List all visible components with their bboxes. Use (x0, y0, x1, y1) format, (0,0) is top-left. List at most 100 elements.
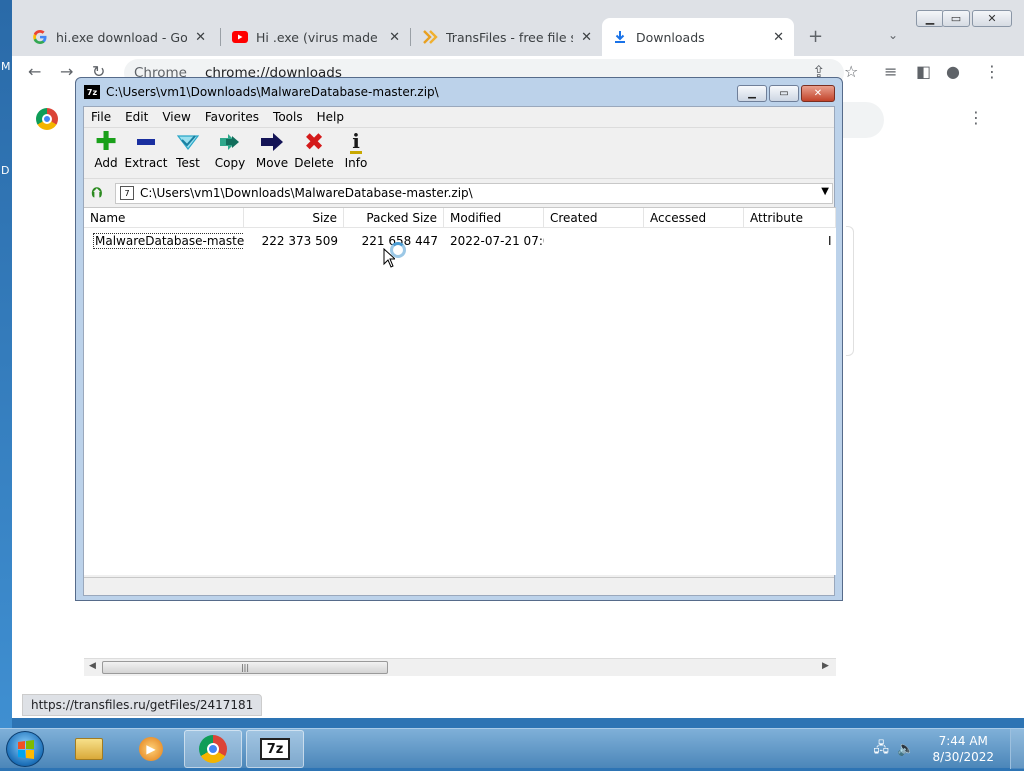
minimize-button[interactable]: ▁ (916, 10, 944, 27)
windows-logo-icon (18, 740, 34, 759)
downloads-menu-icon[interactable]: ⋮ (968, 108, 984, 127)
tab-downloads[interactable]: Downloads ✕ (602, 18, 794, 56)
tab-title: TransFiles - free file shar (446, 29, 573, 45)
sevenzip-icon: 7z (260, 738, 290, 760)
archive-icon: 7 (120, 186, 134, 200)
tab-divider (410, 28, 411, 46)
youtube-icon (232, 29, 248, 45)
close-icon[interactable]: ✕ (389, 30, 400, 45)
file-list: Name Size Packed Size Modified Created A… (84, 207, 836, 676)
plus-icon: ✚ (95, 127, 117, 157)
chevron-down-icon[interactable]: ▼ (821, 186, 829, 197)
forward-arrow-icon[interactable]: → (60, 62, 73, 81)
tab-title: Hi .exe (virus made by m (256, 29, 381, 45)
check-icon (176, 130, 200, 154)
volume-icon[interactable]: 🔈 (897, 741, 914, 757)
info-button[interactable]: i Info (334, 130, 378, 176)
column-header-modified[interactable]: Modified (444, 208, 544, 228)
zip-maximize-button[interactable]: ▭ (769, 85, 799, 102)
tab-divider (220, 28, 221, 46)
zip-minimize-button[interactable]: ▁ (737, 85, 767, 102)
modified-cell: 2022-07-21 07:03 (450, 234, 544, 248)
accessed-cell (650, 232, 744, 250)
copy-button[interactable]: Copy (208, 130, 252, 176)
media-player-icon: ▶ (139, 737, 163, 761)
google-g-icon (32, 29, 48, 45)
column-header-name[interactable]: Name (84, 208, 244, 228)
sevenzip-titlebar[interactable]: 7z C:\Users\vm1\Downloads\MalwareDatabas… (76, 78, 842, 106)
downloads-search-field[interactable] (838, 102, 884, 138)
test-button[interactable]: Test (166, 130, 210, 176)
maximize-button[interactable]: ▭ (942, 10, 970, 27)
tab-transfiles[interactable]: TransFiles - free file shar ✕ (412, 18, 602, 56)
zip-close-button[interactable]: ✕ (801, 85, 835, 102)
tab-title: hi.exe download - Goog (56, 29, 188, 45)
close-icon[interactable]: ✕ (195, 30, 206, 45)
bookmark-star-icon[interactable]: ☆ (844, 62, 858, 81)
size-cell: 222 373 509 (261, 234, 338, 248)
sevenzip-logo-icon: 7z (84, 85, 100, 99)
delete-button[interactable]: ✖ Delete (292, 130, 336, 176)
clock-date: 8/30/2022 (932, 750, 994, 764)
show-desktop-button[interactable] (1010, 729, 1024, 769)
column-header-created[interactable]: Created (544, 208, 644, 228)
column-header-accessed[interactable]: Accessed (644, 208, 744, 228)
tool-label: Copy (214, 156, 246, 170)
menu-help[interactable]: Help (310, 110, 351, 124)
double-arrow-icon (218, 130, 242, 154)
tab-youtube[interactable]: Hi .exe (virus made by m ✕ (222, 18, 410, 56)
tool-label: Move (255, 156, 289, 170)
start-button[interactable] (6, 731, 44, 767)
tool-label: Delete (294, 156, 334, 170)
sevenzip-client: File Edit View Favorites Tools Help ✚ Ad… (83, 106, 836, 676)
scrollbar-thumb[interactable]: ||| (102, 661, 388, 674)
clock[interactable]: 7:44 AM 8/30/2022 (932, 733, 994, 765)
add-button[interactable]: ✚ Add (84, 127, 128, 176)
folder-up-icon[interactable]: ⮉ (87, 183, 107, 203)
move-button[interactable]: Move (250, 130, 294, 176)
close-icon[interactable]: ✕ (773, 30, 784, 45)
arrow-right-icon (260, 130, 284, 154)
menu-bar: File Edit View Favorites Tools Help (84, 107, 834, 127)
scroll-left-icon[interactable]: ◀ (89, 661, 96, 671)
new-tab-button[interactable]: + (808, 26, 823, 47)
column-header-attributes[interactable]: Attribute (744, 208, 836, 228)
file-name-cell[interactable]: MalwareDatabase-master (90, 232, 244, 250)
taskbar-explorer[interactable] (60, 730, 118, 768)
tab-search-chevron-icon[interactable]: ⌄ (888, 28, 898, 42)
window-title: C:\Users\vm1\Downloads\MalwareDatabase-m… (106, 85, 439, 99)
chrome-icon (199, 735, 227, 763)
address-field[interactable]: 7 C:\Users\vm1\Downloads\MalwareDatabase… (115, 182, 833, 204)
back-arrow-icon[interactable]: ← (28, 62, 41, 81)
scroll-right-icon[interactable]: ▶ (822, 661, 829, 671)
created-cell (550, 232, 644, 250)
download-item-card (846, 226, 854, 356)
taskbar-media-player[interactable]: ▶ (122, 730, 180, 768)
menu-edit[interactable]: Edit (118, 110, 155, 124)
menu-file[interactable]: File (84, 110, 118, 124)
column-header-size[interactable]: Size (244, 208, 344, 228)
download-icon (612, 29, 628, 45)
side-panel-icon[interactable]: ◧ (916, 62, 931, 81)
tab-google-search[interactable]: hi.exe download - Goog ✕ (22, 18, 216, 56)
clock-time: 7:44 AM (938, 734, 988, 748)
network-icon[interactable]: 🖧 (873, 737, 889, 761)
horizontal-scrollbar[interactable]: ◀ ||| ▶ (84, 658, 836, 676)
menu-kebab-icon[interactable]: ⋮ (984, 62, 1000, 81)
status-url: https://transfiles.ru/getFiles/2417181 (31, 698, 254, 712)
menu-favorites[interactable]: Favorites (198, 110, 266, 124)
extract-button[interactable]: Extract (124, 130, 168, 176)
taskbar-sevenzip[interactable]: 7z (246, 730, 304, 768)
profile-avatar-icon[interactable]: ● (946, 62, 960, 81)
close-icon[interactable]: ✕ (581, 30, 592, 45)
menu-view[interactable]: View (155, 110, 197, 124)
busy-spinner-icon (390, 242, 406, 258)
column-header-packed-size[interactable]: Packed Size (344, 208, 444, 228)
menu-tools[interactable]: Tools (266, 110, 310, 124)
address-path: C:\Users\vm1\Downloads\MalwareDatabase-m… (140, 186, 473, 200)
reading-list-icon[interactable]: ≡ (884, 62, 897, 81)
tab-title: Downloads (636, 29, 705, 45)
close-window-button[interactable]: ✕ (972, 10, 1012, 27)
system-tray: 🖧 🔈 7:44 AM 8/30/2022 (873, 729, 1024, 769)
taskbar-chrome[interactable] (184, 730, 242, 768)
